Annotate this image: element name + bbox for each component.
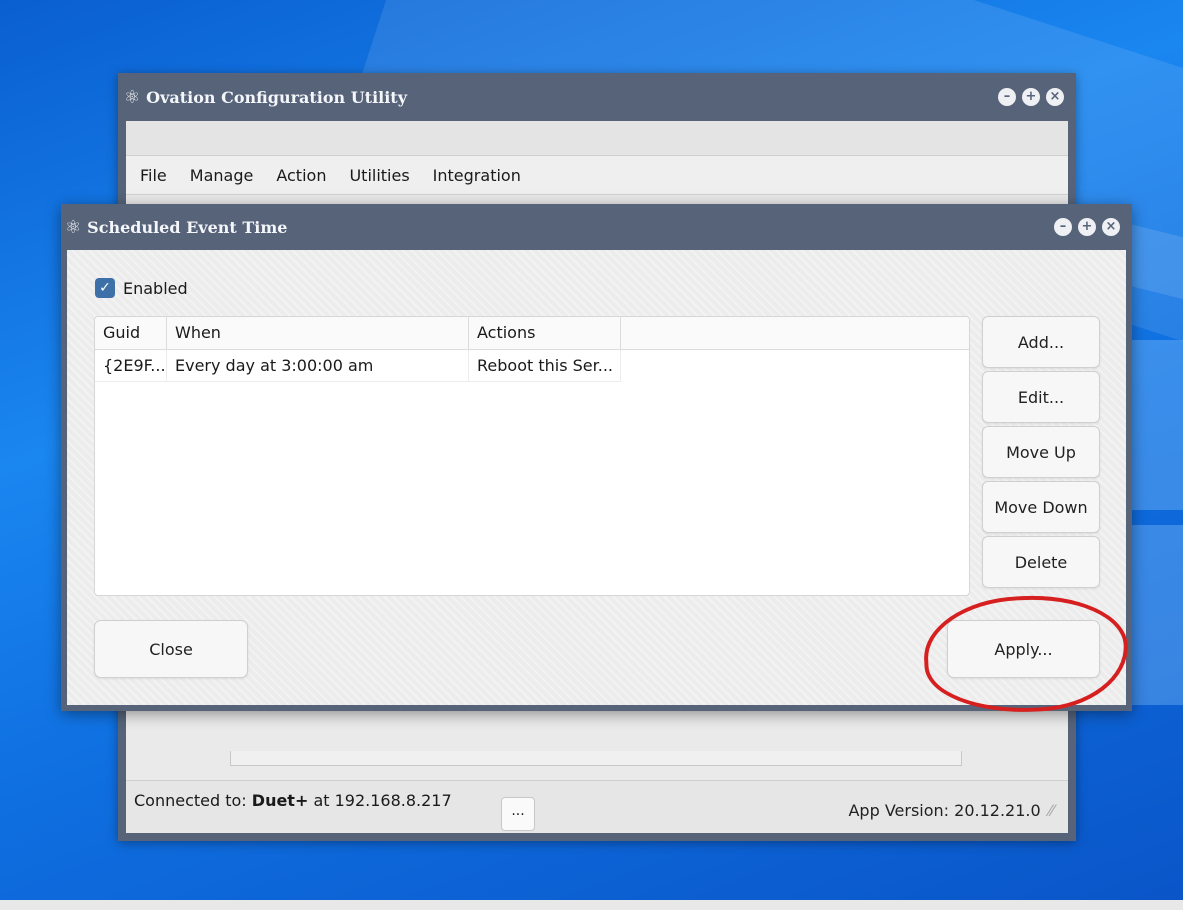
column-header-actions[interactable]: Actions <box>469 317 621 349</box>
menu-action[interactable]: Action <box>276 166 326 185</box>
dialog-body: ✓ Enabled Guid When Actions {2E9F... Eve… <box>67 250 1126 705</box>
close-icon[interactable]: × <box>1102 218 1120 236</box>
connection-prefix: Connected to: <box>134 791 252 810</box>
edit-button[interactable]: Edit... <box>982 371 1100 423</box>
connected-device: Duet+ <box>251 791 309 810</box>
menu-file[interactable]: File <box>140 166 167 185</box>
taskbar-edge <box>0 900 1183 910</box>
table-header: Guid When Actions <box>95 317 969 350</box>
connection-address: at 192.168.8.217 <box>308 791 452 810</box>
app-version: App Version: 20.12.21.0 ⁄⁄ <box>848 801 1054 820</box>
column-header-guid[interactable]: Guid <box>95 317 167 349</box>
scheduled-event-dialog: ⚛ Scheduled Event Time – + × ✓ Enabled G… <box>61 204 1132 711</box>
atom-icon: ⚛ <box>124 86 141 108</box>
app-version-text: App Version: 20.12.21.0 <box>848 801 1041 820</box>
enabled-option[interactable]: ✓ Enabled <box>95 278 188 298</box>
main-window-title: Ovation Configuration Utility <box>146 87 407 107</box>
dialog-titlebar[interactable]: ⚛ Scheduled Event Time – + × <box>61 204 1132 250</box>
resize-grip-icon[interactable]: ⁄⁄ <box>1049 801 1054 820</box>
enabled-checkbox[interactable]: ✓ <box>95 278 115 298</box>
close-icon[interactable]: × <box>1046 88 1064 106</box>
maximize-icon[interactable]: + <box>1022 88 1040 106</box>
move-down-button[interactable]: Move Down <box>982 481 1100 533</box>
background-panel <box>230 751 962 766</box>
move-up-button[interactable]: Move Up <box>982 426 1100 478</box>
status-bar: Connected to: Duet+ at 192.168.8.217 ...… <box>126 780 1068 833</box>
minimize-icon[interactable]: – <box>998 88 1016 106</box>
column-header-when[interactable]: When <box>167 317 469 349</box>
menu-integration[interactable]: Integration <box>433 166 521 185</box>
main-titlebar[interactable]: ⚛ Ovation Configuration Utility – + × <box>118 73 1076 121</box>
close-button[interactable]: Close <box>94 620 248 678</box>
add-button[interactable]: Add... <box>982 316 1100 368</box>
cell-guid: {2E9F... <box>95 350 167 382</box>
dialog-title: Scheduled Event Time <box>87 217 288 237</box>
delete-button[interactable]: Delete <box>982 536 1100 588</box>
desktop-logo-pane <box>1132 340 1183 510</box>
cell-when: Every day at 3:00:00 am <box>167 350 469 382</box>
menu-utilities[interactable]: Utilities <box>349 166 409 185</box>
side-button-group: Add... Edit... Move Up Move Down Delete <box>982 316 1100 591</box>
menu-manage[interactable]: Manage <box>190 166 254 185</box>
cell-empty <box>621 350 969 382</box>
atom-icon: ⚛ <box>65 216 82 238</box>
maximize-icon[interactable]: + <box>1078 218 1096 236</box>
more-button[interactable]: ... <box>501 797 535 831</box>
cell-actions: Reboot this Ser... <box>469 350 621 382</box>
events-table: Guid When Actions {2E9F... Every day at … <box>94 316 970 596</box>
connection-status: Connected to: Duet+ at 192.168.8.217 <box>134 791 452 810</box>
column-header-empty <box>621 317 969 349</box>
desktop-logo-pane <box>1132 525 1183 705</box>
table-row[interactable]: {2E9F... Every day at 3:00:00 am Reboot … <box>95 350 969 382</box>
minimize-icon[interactable]: – <box>1054 218 1072 236</box>
enabled-label: Enabled <box>123 278 188 298</box>
toolbar <box>126 121 1068 156</box>
menu-bar: File Manage Action Utilities Integration <box>126 156 1068 195</box>
apply-button[interactable]: Apply... <box>947 620 1100 678</box>
